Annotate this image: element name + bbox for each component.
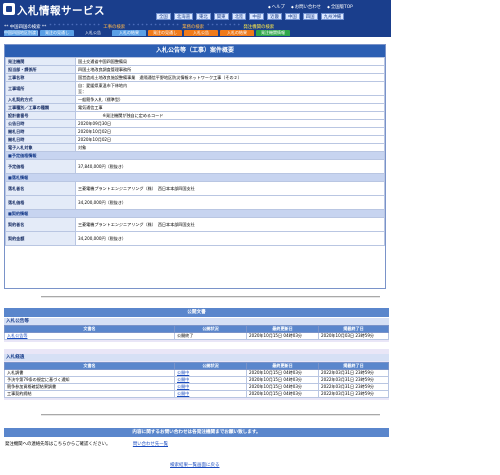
announcement-card: 入札公告等（工事）案件概要 発注機関 国土交通省中国四国整備局 担当部・課係所 四国…	[4, 44, 386, 289]
winning-price: 34,200,000円（税抜き）	[75, 195, 385, 210]
announcement-title: 入札公告等（工事）案件概要	[5, 45, 385, 57]
results-subtitle: 入札経過	[4, 354, 389, 361]
documents-subtitle: 入札公告等	[4, 318, 389, 325]
region-tab-kanto[interactable]: 関東	[213, 13, 229, 20]
contract-amount: 34,200,000円（税抜き）	[75, 231, 385, 246]
utility-links: ヘルプ お問い合わせ 全国版TOP	[268, 4, 353, 10]
contact-section: 発注機関への連絡先等はこちらからご確認ください。 問い合わせ先一覧	[4, 439, 389, 449]
contact-label: 発注機関への連絡先等はこちらからご確認ください。	[5, 442, 111, 447]
table-row: 予決令第79条の規定に基づく通知 公開中 2020年10月15日 04時03分 …	[4, 376, 389, 384]
bid-section-title: ■落札情報	[5, 173, 385, 182]
documents-table: 文書名 公開状況 最終更新日 掲載終了日 入札公告等 公開終了 2020年10月…	[4, 325, 389, 340]
region-tab-kyushu[interactable]: 九州沖縄	[320, 13, 345, 20]
region-tabs: 全国 北海道 東北 関東 北陸 中部 近畿 中国 四国 九州沖縄	[156, 13, 345, 20]
contact-link[interactable]: お問い合わせ	[291, 4, 321, 10]
site-header: 入札情報サービス ヘルプ お問い合わせ 全国版TOP 全国 北海道 東北 関東 …	[0, 0, 391, 37]
tab-construction-bid-notice[interactable]: 入札公告	[76, 30, 110, 36]
contract-section-title: ■契約情報	[5, 209, 385, 218]
announcement-table: 発注機関 国土交通省中国四国整備局 担当部・課係所 四国土地改良調査管理事務所 工事…	[5, 57, 385, 246]
status-link[interactable]: 公開中	[174, 369, 247, 377]
divider	[41, 414, 380, 416]
work-location: 自：愛媛県東温市下林地内 至：	[75, 81, 385, 96]
site-title[interactable]: 入札情報サービス	[17, 3, 105, 18]
winning-bidder: 三菱電機プラントエンジニアリング（株） 西日本本部四国支社	[75, 181, 385, 196]
tab-service-bid-notice[interactable]: 入札公告	[184, 30, 218, 36]
region-tab-tohoku[interactable]: 東北	[195, 13, 211, 20]
region-tab-hokkaido[interactable]: 北海道	[173, 13, 193, 20]
status-link[interactable]: 公開中	[174, 383, 247, 391]
tab-construction-bid-results[interactable]: 入札の結果	[112, 30, 146, 36]
status-link[interactable]: 公開中	[174, 390, 247, 398]
region-tab-all[interactable]: 全国	[156, 13, 171, 20]
tab-service-bid-results[interactable]: 入札の結果	[220, 30, 254, 36]
region-tab-hokuriku[interactable]: 北陸	[231, 13, 247, 20]
region-tab-shikoku[interactable]: 四国	[302, 13, 318, 20]
status-link[interactable]: 公開中	[174, 376, 247, 384]
contact-banner: 内容に関するお問い合わせは各発注機関までお願い致します。	[4, 428, 389, 437]
table-row: 工事契約締結 公開中 2020年10月15日 04時03分 2022年03月31…	[4, 390, 389, 398]
nav-tabs: 中国四国地区別渡し 発注の見通し 入札公告 入札の結果 発注の見通し 入札公告 …	[4, 30, 290, 36]
site-logo	[3, 3, 15, 15]
region-tab-chubu[interactable]: 中部	[249, 13, 265, 20]
results-table: 文書名 公開状況 最終更新日 掲載終了日 入札調書 公開中 2020年10月15…	[4, 362, 389, 398]
divider	[41, 296, 380, 298]
table-row: 競争参加資格確認結果調書 公開中 2020年10月15日 04時03分 2022…	[4, 383, 389, 391]
table-row: 入札調書 公開中 2020年10月15日 04時03分 2022年03月31日 …	[4, 369, 389, 377]
national-top-link[interactable]: 全国版TOP	[327, 4, 353, 10]
contact-list-link[interactable]: 問い合わせ先一覧	[133, 441, 168, 447]
tab-region-transfer[interactable]: 中国四国地区別渡し	[4, 30, 38, 36]
tab-agency-info[interactable]: 発注機関情報	[256, 30, 290, 36]
region-tab-kinki[interactable]: 近畿	[267, 13, 282, 20]
documents-title: 公開文書	[4, 308, 389, 317]
tab-service-forecast[interactable]: 発注の見通し	[148, 30, 182, 36]
estimate-section-title: ■予定価格情報	[5, 151, 385, 160]
tab-construction-forecast[interactable]: 発注の見通し	[40, 30, 74, 36]
estimated-price: 37,840,000円（税抜き）	[75, 159, 385, 174]
table-row: 入札公告等 公開終了 2020年10月15日 04時03分 2020年10月03…	[4, 332, 389, 340]
back-to-results-link[interactable]: 検索結果一覧画面に戻る	[170, 462, 220, 468]
contractor-name: 三菱電機プラントエンジニアリング（株） 西日本本部四国支社	[75, 217, 385, 232]
region-tab-chugoku[interactable]: 中国	[284, 13, 300, 20]
document-link[interactable]: 入札公告等	[4, 332, 175, 340]
help-link[interactable]: ヘルプ	[268, 4, 285, 10]
